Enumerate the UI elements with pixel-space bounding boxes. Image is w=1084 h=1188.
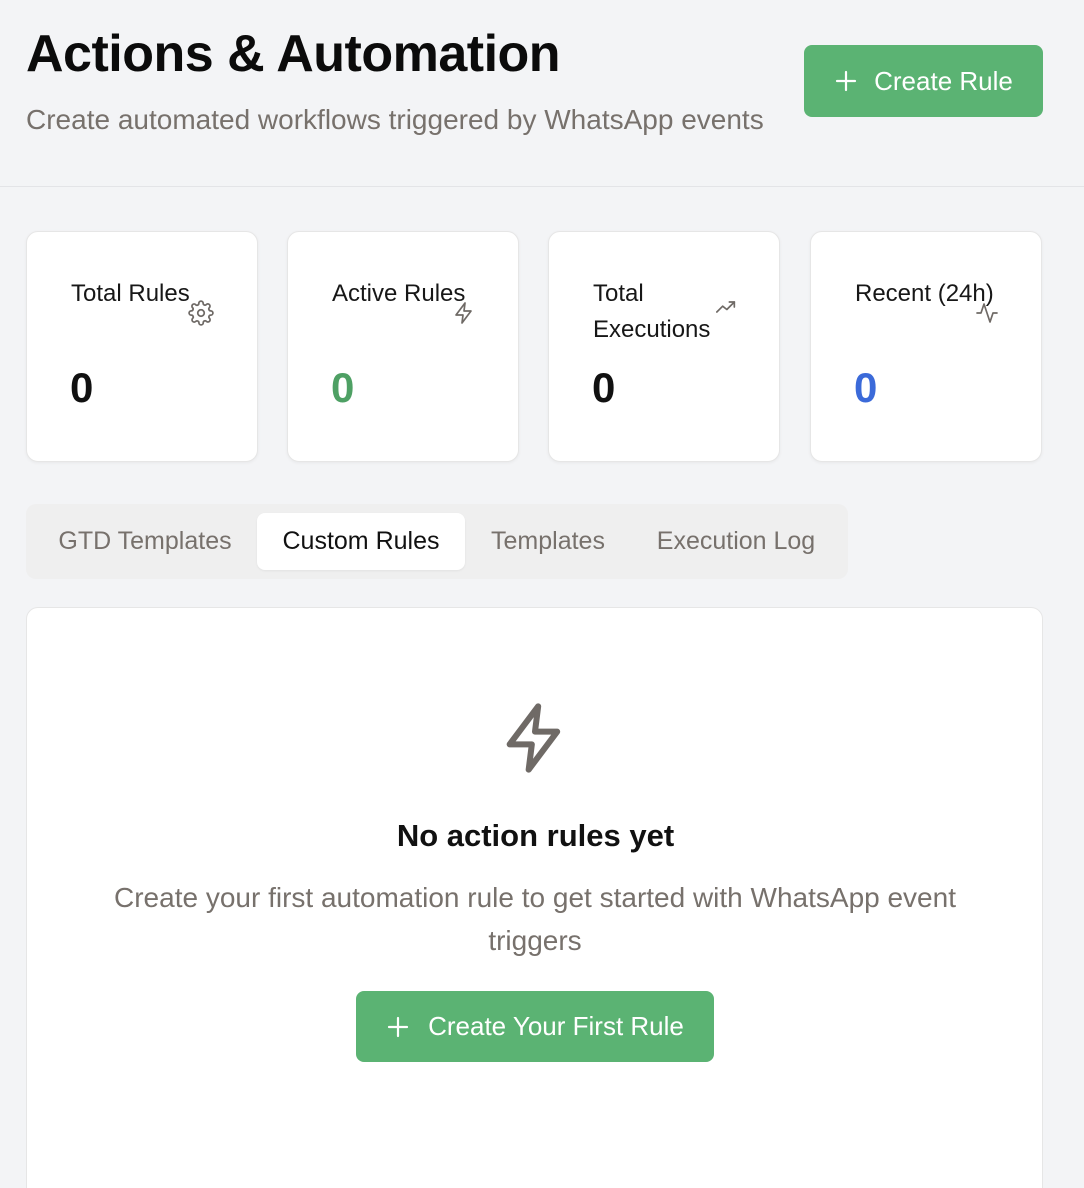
plus-icon xyxy=(386,1015,410,1039)
tab-list: GTD Templates Custom Rules Templates Exe… xyxy=(26,504,848,579)
create-rule-button[interactable]: Create Rule xyxy=(804,45,1043,117)
activity-icon xyxy=(973,299,1001,327)
tab-execution-log[interactable]: Execution Log xyxy=(632,513,840,570)
empty-state-description: Create your first automation rule to get… xyxy=(114,882,956,956)
actions-automation-page: Actions & Automation Create automated wo… xyxy=(0,0,1084,1188)
stat-value-total-executions: 0 xyxy=(592,364,616,411)
lightning-icon xyxy=(450,299,478,327)
stat-label: Total Executions xyxy=(593,280,711,343)
empty-state-panel: No action rules yet Create your first au… xyxy=(26,607,1043,1188)
tab-templates[interactable]: Templates xyxy=(470,513,626,570)
stat-card-active-rules: Active Rules xyxy=(287,231,519,462)
create-rule-label: Create Rule xyxy=(874,65,1013,96)
empty-state-title: No action rules yet xyxy=(396,818,675,853)
stat-value-total-rules: 0 xyxy=(70,364,94,411)
lightning-icon xyxy=(497,696,573,780)
stat-card-total-rules: Total Rules xyxy=(26,231,258,462)
page-header: Actions & Automation Create automated wo… xyxy=(0,0,1084,187)
stat-card-recent-24h: Recent (24h) xyxy=(810,231,1042,462)
tab-gtd-templates[interactable]: GTD Templates xyxy=(36,513,254,570)
trending-up-icon xyxy=(714,298,738,316)
page-title: Actions & Automation xyxy=(26,25,561,83)
plus-icon xyxy=(834,69,858,93)
create-first-rule-label: Create Your First Rule xyxy=(428,1011,684,1041)
tab-custom-rules[interactable]: Custom Rules xyxy=(257,513,465,570)
stat-value-active-rules: 0 xyxy=(331,364,355,411)
gear-icon xyxy=(187,299,215,327)
stat-card-total-executions: Total Executions xyxy=(548,231,780,462)
stat-value-recent-24h: 0 xyxy=(854,364,878,411)
create-first-rule-button[interactable]: Create Your First Rule xyxy=(356,991,714,1062)
page-subtitle: Create automated workflows triggered by … xyxy=(26,104,764,135)
